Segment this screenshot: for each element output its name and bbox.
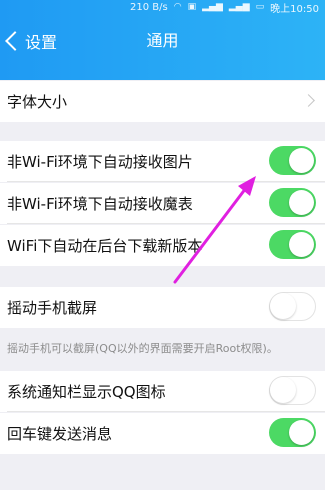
shake-screenshot-toggle[interactable]	[269, 292, 316, 321]
back-label: 设置	[25, 33, 58, 52]
toggle-knob	[270, 293, 296, 319]
toggle-knob	[289, 232, 314, 257]
enter-to-send-label: 回车键发送消息	[7, 425, 113, 443]
divider	[7, 411, 325, 412]
shake-screenshot-row: 摇动手机截屏	[0, 287, 325, 328]
network-speed: 210 B/s	[130, 1, 168, 13]
signal-icon: ▂▄▆	[202, 2, 223, 12]
signal-icon: ▂▄▆	[228, 2, 250, 12]
toggle-knob	[289, 190, 314, 215]
notification-bar-icon-row: 系统通知栏显示QQ图标	[0, 371, 325, 412]
auto-download-update-toggle[interactable]	[269, 230, 316, 259]
hd-icon: ▣	[187, 2, 197, 12]
nav-bar: 设置 通用	[0, 27, 325, 55]
shake-screenshot-note: 摇动手机可以截屏(QQ以外的界面需要开启Root权限)。	[7, 342, 278, 355]
top-bar: 210 B/s ◠ ▣ ▂▄▆ ▂▄▆ ▭ 晚上10:50 设置 通用	[0, 0, 325, 80]
enter-to-send-row: 回车键发送消息	[0, 413, 325, 454]
auto-receive-images-row: 非Wi-Fi环境下自动接收图片	[0, 141, 325, 182]
status-bar: 210 B/s ◠ ▣ ▂▄▆ ▂▄▆ ▭ 晚上10:50	[130, 0, 319, 15]
chevron-right-icon	[302, 94, 315, 107]
font-size-row[interactable]: 字体大小	[0, 81, 325, 122]
chevron-left-icon	[5, 31, 25, 51]
auto-download-update-row: WiFi下自动在后台下载新版本	[0, 225, 325, 266]
toggle-knob	[270, 377, 296, 403]
auto-download-update-label: WiFi下自动在后台下载新版本	[7, 237, 203, 255]
auto-receive-emoticons-row: 非Wi-Fi环境下自动接收魔表	[0, 183, 325, 224]
back-button[interactable]: 设置	[2, 27, 57, 55]
divider	[7, 223, 325, 224]
auto-receive-images-toggle[interactable]	[269, 146, 316, 175]
auto-receive-emoticons-label: 非Wi-Fi环境下自动接收魔表	[7, 195, 193, 213]
notification-bar-icon-label: 系统通知栏显示QQ图标	[7, 383, 166, 401]
enter-to-send-toggle[interactable]	[269, 418, 316, 447]
toggle-knob	[289, 420, 314, 445]
toggle-knob	[289, 148, 314, 173]
wifi-icon: ◠	[173, 2, 182, 12]
status-time: 晚上10:50	[270, 3, 319, 15]
shake-screenshot-label: 摇动手机截屏	[7, 299, 98, 317]
auto-receive-images-label: 非Wi-Fi环境下自动接收图片	[7, 153, 193, 171]
notification-bar-icon-toggle[interactable]	[269, 376, 316, 405]
auto-receive-emoticons-toggle[interactable]	[269, 188, 316, 217]
font-size-label: 字体大小	[7, 93, 68, 111]
battery-icon: ▭	[255, 2, 265, 12]
divider	[7, 181, 325, 182]
